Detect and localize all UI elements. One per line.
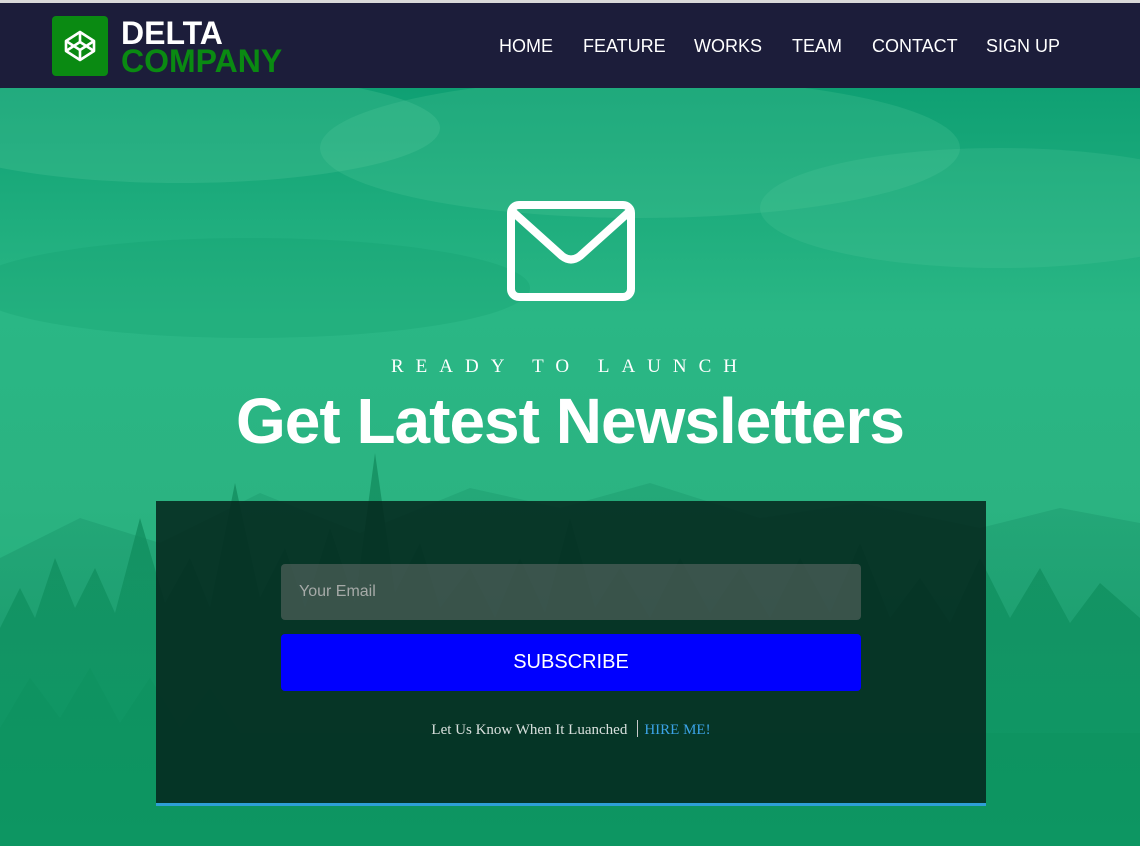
launch-notice-row: Let Us Know When It Luanched HIRE ME! xyxy=(156,720,986,739)
main-nav: HOME FEATURE WORKS TEAM CONTACT SIGN UP xyxy=(0,36,1140,60)
navbar: DELTA COMPANY HOME FEATURE WORKS TEAM CO… xyxy=(0,3,1140,88)
nav-item-sign-up[interactable]: SIGN UP xyxy=(986,36,1060,56)
hero-section: READY TO LAUNCH Get Latest Newsletters S… xyxy=(0,88,1140,846)
newsletter-form-panel: SUBSCRIBE Let Us Know When It Luanched HI… xyxy=(156,501,986,806)
page: DELTA COMPANY HOME FEATURE WORKS TEAM CO… xyxy=(0,0,1140,846)
nav-item-contact[interactable]: CONTACT xyxy=(872,36,958,56)
hero-eyebrow: READY TO LAUNCH xyxy=(390,356,750,377)
nav-item-home[interactable]: HOME xyxy=(499,36,553,56)
nav-item-works[interactable]: WORKS xyxy=(694,36,762,56)
nav-item-team[interactable]: TEAM xyxy=(792,36,842,56)
envelope-icon xyxy=(507,201,635,301)
nav-item-feature[interactable]: FEATURE xyxy=(583,36,666,56)
hire-me-link[interactable]: HIRE ME! xyxy=(644,722,710,738)
launch-notice-text: Let Us Know When It Luanched xyxy=(431,722,628,738)
subscribe-button[interactable]: SUBSCRIBE xyxy=(281,634,861,691)
separator xyxy=(637,720,639,737)
email-input[interactable] xyxy=(281,564,861,620)
hero-headline: Get Latest Newsletters xyxy=(235,385,905,457)
